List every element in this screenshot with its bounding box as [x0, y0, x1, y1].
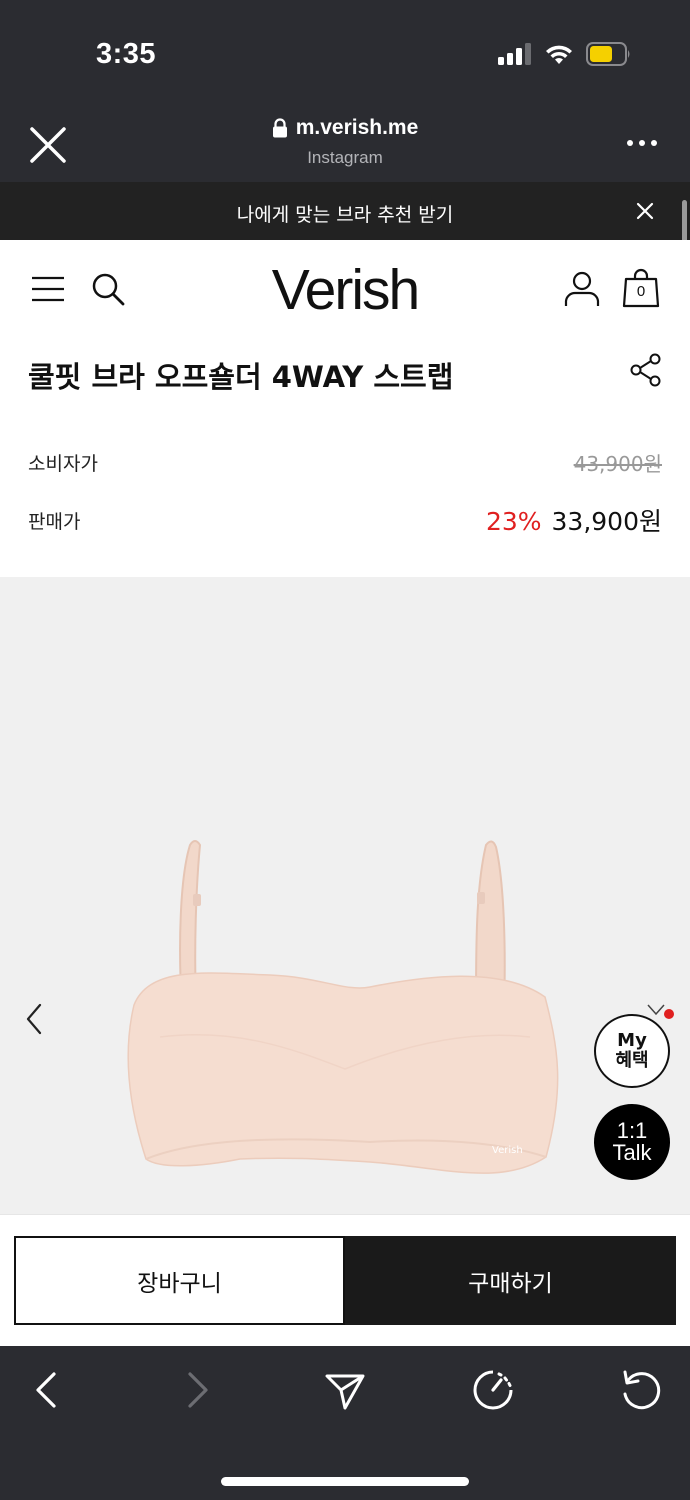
sale-price-label: 판매가 — [28, 510, 81, 533]
product-image: Verish — [127, 840, 559, 1174]
sale-price: 33,900원 — [551, 507, 662, 536]
share-icon[interactable] — [628, 352, 664, 388]
talk-chat-button[interactable]: 1:1 Talk — [594, 1104, 670, 1180]
sale-price-row: 판매가 23% 33,900원 — [28, 502, 662, 538]
product-gallery[interactable]: Verish My 혜택 1:1 Talk — [0, 577, 690, 1214]
url-text: m.verish.me — [295, 116, 419, 139]
browser-navigation-bar — [0, 1346, 690, 1500]
back-icon[interactable] — [26, 1368, 70, 1412]
more-icon[interactable] — [626, 136, 658, 150]
reload-icon[interactable] — [619, 1368, 663, 1412]
chevron-left-icon[interactable] — [22, 1001, 46, 1037]
close-icon[interactable] — [635, 201, 655, 221]
url-source: Instagram — [307, 148, 383, 167]
status-icons — [498, 42, 632, 66]
promo-text[interactable]: 나에게 맞는 브라 추천 받기 — [0, 200, 690, 227]
consumer-price-row: 소비자가 43,900원 — [28, 448, 662, 477]
my-benefit-line1: My — [617, 1030, 647, 1051]
status-bar: 3:35 — [0, 0, 690, 100]
discount-rate: 23% — [485, 507, 542, 536]
product-title: 쿨핏 브라 오프숄더 4WAY 스트랩 — [28, 360, 454, 394]
svg-text:Verish: Verish — [492, 1145, 523, 1156]
chevron-down-icon — [647, 1004, 665, 1016]
cart-count: 0 — [636, 283, 646, 300]
forward-icon[interactable] — [174, 1368, 218, 1412]
share-send-icon[interactable] — [323, 1368, 367, 1412]
talk-line1: 1:1 — [616, 1118, 648, 1143]
in-app-browser-bar: m.verish.me Instagram — [0, 100, 690, 182]
my-benefit-button[interactable]: My 혜택 — [594, 1014, 670, 1088]
shopping-bag-button[interactable]: 0 — [622, 268, 660, 308]
lock-icon — [272, 118, 287, 138]
status-time: 3:35 — [96, 38, 157, 70]
add-to-cart-button[interactable]: 장바구니 — [14, 1236, 345, 1325]
battery-icon — [586, 42, 630, 66]
my-benefit-line2: 혜택 — [615, 1050, 649, 1071]
promo-banner[interactable]: 나에게 맞는 브라 추천 받기 — [0, 182, 690, 240]
url-display[interactable]: m.verish.me Instagram — [0, 116, 690, 168]
user-icon[interactable] — [563, 270, 601, 308]
home-indicator[interactable] — [221, 1477, 469, 1486]
purchase-action-bar: 장바구니 구매하기 — [0, 1214, 690, 1346]
buy-now-button[interactable]: 구매하기 — [345, 1236, 676, 1325]
notification-dot — [664, 1009, 674, 1019]
consumer-price: 43,900원 — [573, 452, 662, 476]
speed-icon[interactable] — [471, 1368, 515, 1412]
talk-line2: Talk — [612, 1140, 652, 1165]
consumer-price-label: 소비자가 — [28, 453, 98, 475]
cellular-signal-icon — [498, 43, 531, 65]
site-header: Verish 0 — [0, 240, 690, 336]
wifi-icon — [546, 45, 572, 64]
